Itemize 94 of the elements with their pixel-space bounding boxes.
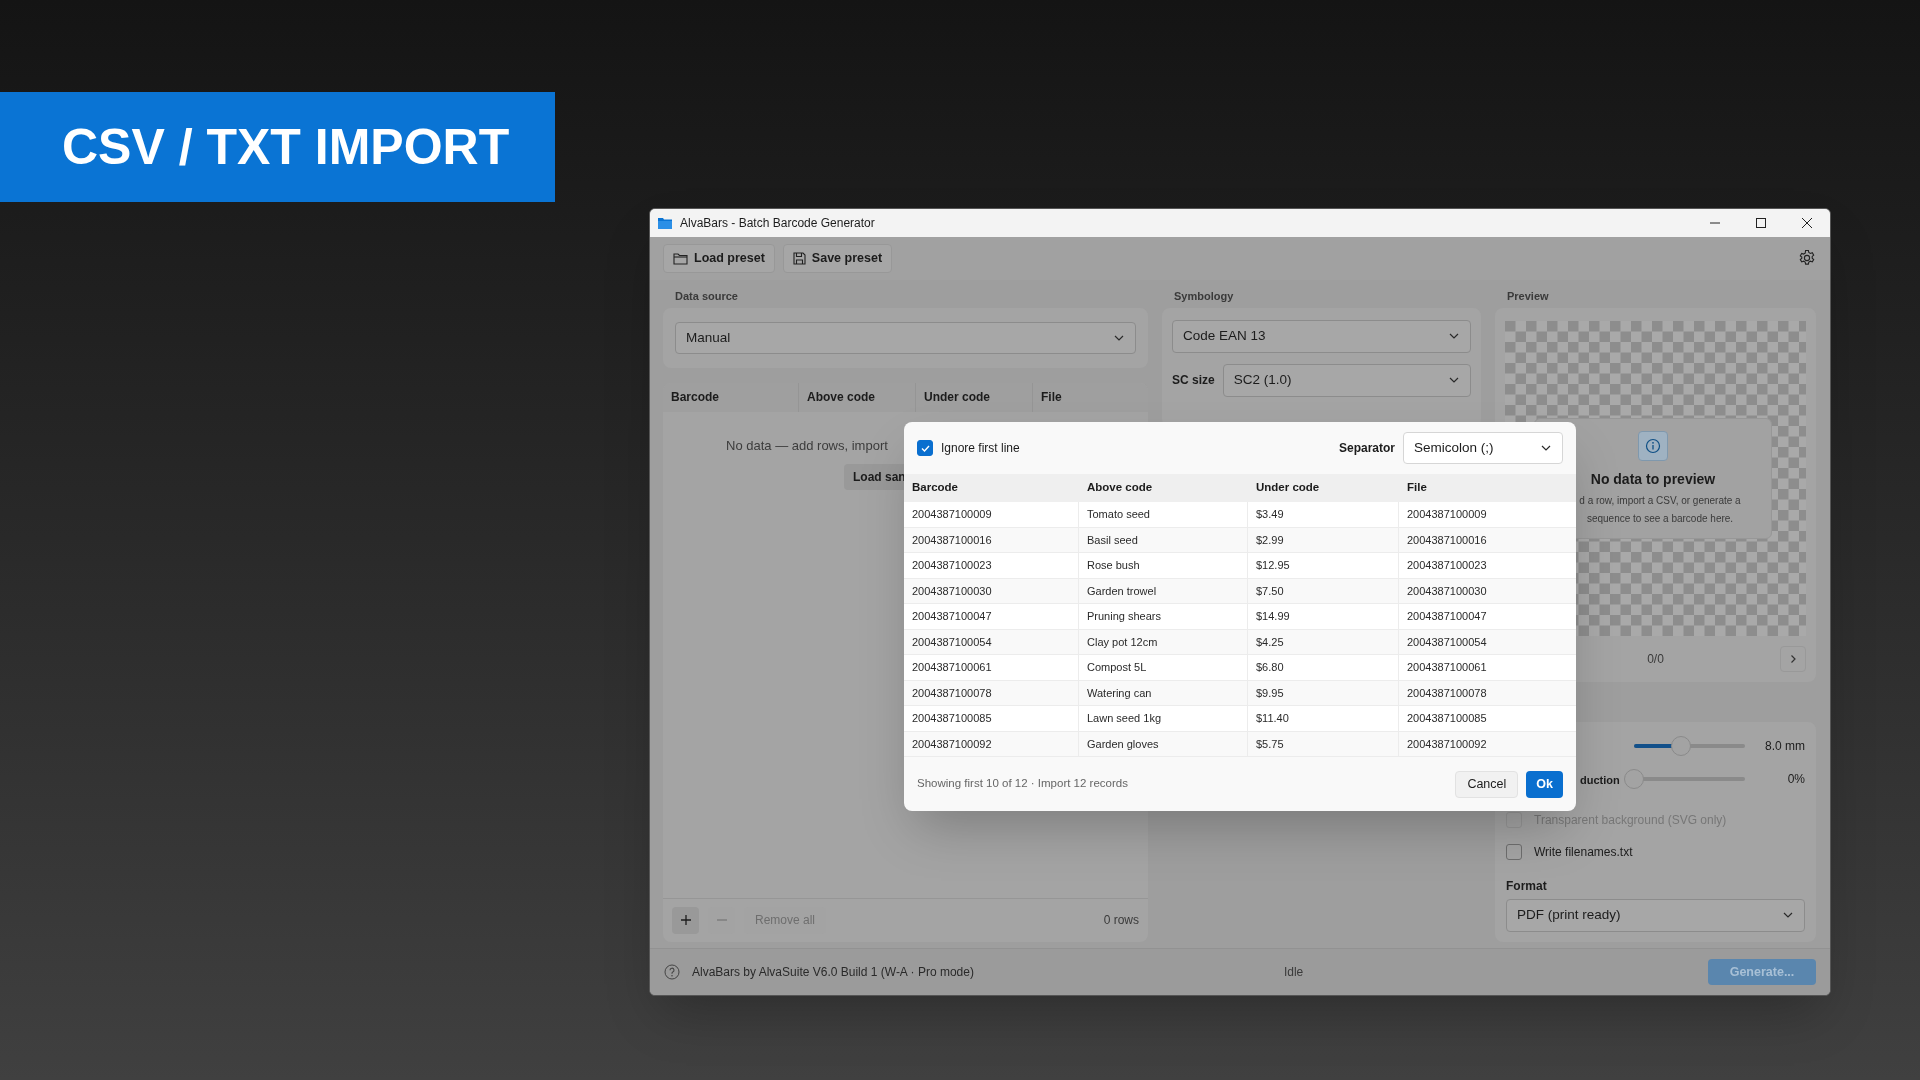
section-label: Symbology xyxy=(1173,288,1235,304)
slider-label: duction xyxy=(1580,773,1620,786)
column-header: Above code xyxy=(799,382,916,412)
table-cell: Watering can xyxy=(1079,680,1248,705)
table-cell: $14.99 xyxy=(1248,604,1399,629)
table-cell-text: 2004387100009 xyxy=(1406,507,1488,522)
table-cell: Lawn seed 1kg xyxy=(1079,706,1248,731)
table-cell: 2004387100085 xyxy=(904,706,1079,731)
info-icon xyxy=(1638,430,1668,461)
field-label: Separator xyxy=(1338,440,1395,457)
table-cell: 2004387100061 xyxy=(904,655,1079,680)
field-label: SC size xyxy=(1172,372,1215,390)
column-header: File xyxy=(1406,480,1428,496)
table-cell: $6.80 xyxy=(1248,655,1399,680)
slider-value: 8.0 mm xyxy=(1765,737,1805,755)
empty-message: No data — add rows, import xyxy=(726,436,888,455)
section-label: Preview xyxy=(1506,288,1550,304)
slider-thumb[interactable] xyxy=(1670,735,1691,756)
table-cell: $5.75 xyxy=(1248,731,1399,756)
table-cell-text: 2004387100047 xyxy=(1406,609,1488,624)
table-cell: Garden gloves xyxy=(1079,731,1248,756)
table-cell: $9.95 xyxy=(1248,680,1399,705)
table-cell-text: 2004387100023 xyxy=(1406,558,1488,573)
column-header: Above code xyxy=(1086,480,1154,496)
table-cell-text: 2004387100016 xyxy=(1406,532,1488,548)
import-summary: Showing first 10 of 12 · Import 12 records xyxy=(917,776,1128,792)
cancel-button[interactable]: Cancel xyxy=(1455,770,1519,798)
table-cell-text: 2004387100078 xyxy=(1406,685,1488,701)
table-cell: Tomato seed xyxy=(1079,502,1248,527)
preview-message: sequence to see a barcode here. xyxy=(1586,511,1734,526)
table-cell: 2004387100009 xyxy=(904,502,1079,527)
table-cell-text: 2004387100030 xyxy=(1406,583,1488,599)
status-label: Idle xyxy=(1283,963,1304,981)
column-header: Barcode xyxy=(663,382,799,412)
chevron-right-icon xyxy=(1788,653,1798,664)
section-label: Data source xyxy=(674,288,739,304)
table-cell: $12.95 xyxy=(1248,553,1399,578)
row-count: 0 rows xyxy=(1103,912,1139,930)
symbology-dropdown[interactable]: Code EAN 13 xyxy=(1172,319,1471,353)
next-button[interactable] xyxy=(1780,645,1806,672)
close-icon xyxy=(1802,217,1812,228)
checkbox[interactable] xyxy=(1506,843,1522,860)
table-cell-text: 2004387100061 xyxy=(1406,660,1488,675)
preview-title: No data to preview xyxy=(1590,469,1716,489)
table-cell: Compost 5L xyxy=(1079,655,1248,680)
app-icon xyxy=(658,216,672,229)
table-cell: $4.25 xyxy=(1248,629,1399,654)
preview-message: d a row, import a CSV, or generate a xyxy=(1579,493,1741,508)
table-cell: Garden trowel xyxy=(1079,578,1248,603)
settings-icon[interactable] xyxy=(1798,249,1816,268)
table-cell: Basil seed xyxy=(1079,527,1248,552)
checkbox-label: Ignore first line xyxy=(941,440,1020,457)
add-button[interactable] xyxy=(672,906,699,934)
sc-size-dropdown[interactable]: SC2 (1.0) xyxy=(1222,363,1471,397)
table-cell: 2004387100030 xyxy=(904,578,1079,603)
status-text: AlvaBars by AlvaSuite V6.0 Build 1 (W-A · Pro mode) xyxy=(692,963,974,981)
table-cell: 2004387100016 xyxy=(904,527,1079,552)
table-cell-text: 2004387100054 xyxy=(1406,634,1488,650)
checkbox-label: Write filenames.txt xyxy=(1534,843,1633,861)
page-counter: 0/0 xyxy=(1647,650,1664,668)
plus-icon xyxy=(679,914,692,927)
save-icon xyxy=(792,251,806,265)
column-header: File xyxy=(1040,389,1063,407)
table-cell: 2004387100054 xyxy=(904,629,1079,654)
field-label: Format xyxy=(1506,877,1548,895)
checkbox[interactable] xyxy=(917,440,933,456)
table-cell: $2.99 xyxy=(1248,527,1399,552)
toolbar-button[interactable]: Save preset xyxy=(782,243,893,273)
table-cell-text: 2004387100092 xyxy=(1406,736,1488,752)
folder-icon xyxy=(673,251,688,265)
table-cell-text: 2004387100085 xyxy=(1406,711,1488,726)
slider-value: 0% xyxy=(1787,770,1805,788)
banner-title: CSV / TXT IMPORT xyxy=(62,122,510,172)
ok-button[interactable]: Ok xyxy=(1526,770,1563,798)
table-cell: $7.50 xyxy=(1248,578,1399,603)
window-title: AlvaBars - Batch Barcode Generator xyxy=(680,214,875,232)
separator-dropdown[interactable]: Semicolon (;) xyxy=(1403,432,1563,464)
toolbar-button[interactable]: Load preset xyxy=(663,243,775,273)
table-cell: 2004387100078 xyxy=(904,680,1079,705)
table-cell: Rose bush xyxy=(1079,553,1248,578)
format-dropdown[interactable]: PDF (print ready) xyxy=(1506,898,1805,932)
column-header: Under code xyxy=(1255,480,1321,496)
table-cell: Pruning shears xyxy=(1079,604,1248,629)
table-cell: 2004387100092 xyxy=(904,731,1079,756)
table-cell: 2004387100047 xyxy=(904,604,1079,629)
data-source-dropdown[interactable]: Manual xyxy=(675,321,1136,354)
table-cell: $11.40 xyxy=(1248,706,1399,731)
table-cell: $3.49 xyxy=(1248,502,1399,527)
help-icon[interactable] xyxy=(664,963,680,980)
table-cell: 2004387100023 xyxy=(904,553,1079,578)
table-cell: Clay pot 12cm xyxy=(1079,629,1248,654)
column-header: Under code xyxy=(916,382,1033,412)
slider-thumb[interactable] xyxy=(1624,768,1644,789)
maximize-icon xyxy=(1756,217,1766,228)
